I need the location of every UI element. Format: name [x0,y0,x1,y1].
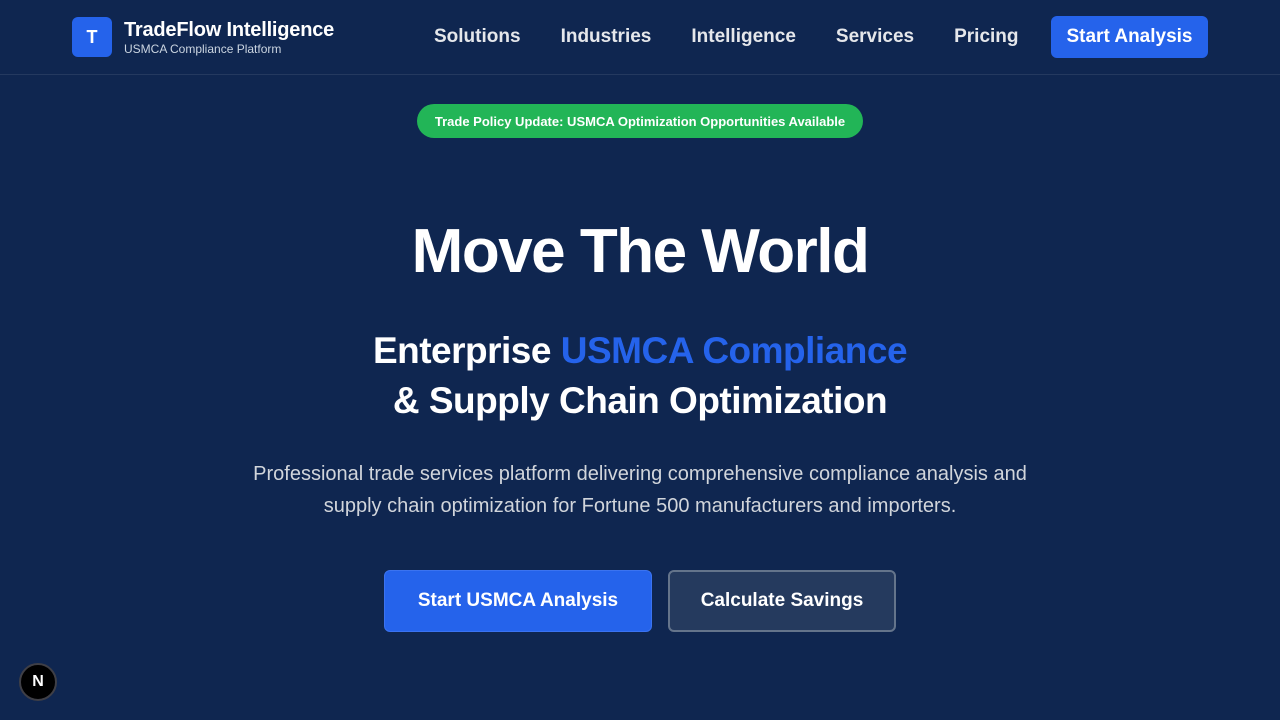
calculate-savings-button[interactable]: Calculate Savings [668,570,896,632]
start-analysis-button[interactable]: Start Analysis [1051,16,1208,58]
hero-subtitle-accent: USMCA Compliance [560,330,908,371]
brand-text: TradeFlow Intelligence USMCA Compliance … [124,18,334,56]
nextjs-dev-indicator-icon[interactable]: N [19,663,57,701]
nav-industries-link[interactable]: Industries [541,16,672,58]
nav-intelligence-link[interactable]: Intelligence [671,16,816,58]
nav-pricing-link[interactable]: Pricing [934,16,1038,58]
start-usmca-analysis-button[interactable]: Start USMCA Analysis [384,570,652,632]
brand-name: TradeFlow Intelligence [124,19,335,41]
main-nav: Solutions Industries Intelligence Servic… [414,16,1039,58]
brand-subtitle: USMCA Compliance Platform [124,42,282,56]
logo-badge-icon: T [72,17,112,57]
site-header: T TradeFlow Intelligence USMCA Complianc… [0,0,1280,75]
hero-title: Move The World [411,217,870,286]
hero-subtitle-prefix: Enterprise [372,330,561,371]
trade-policy-alert-badge: Trade Policy Update: USMCA Optimization … [417,104,863,138]
hero-subtitle-line2: & Supply Chain Optimization [392,380,888,421]
nav-services-link[interactable]: Services [816,16,934,58]
nav-solutions-link[interactable]: Solutions [414,16,541,58]
hero-description: Professional trade services platform del… [253,463,1027,517]
brand-logo-link[interactable]: T TradeFlow Intelligence USMCA Complianc… [72,17,334,57]
hero-subtitle: Enterprise USMCA Compliance & Supply Cha… [0,326,1280,426]
